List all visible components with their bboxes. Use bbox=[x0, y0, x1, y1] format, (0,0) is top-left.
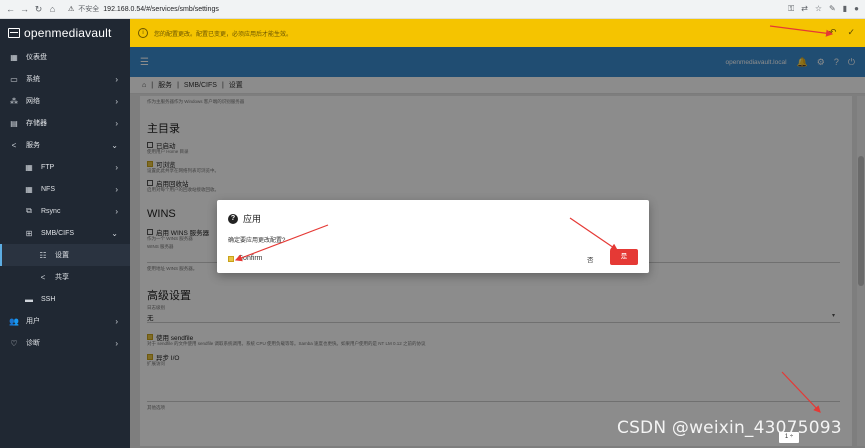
sidebar-item-ssh[interactable]: ▬ SSH bbox=[0, 288, 130, 310]
chevron-right-icon: › bbox=[115, 118, 118, 128]
insecure-label: 不安全 bbox=[78, 6, 100, 13]
yes-button[interactable]: 是 bbox=[610, 249, 638, 265]
chevron-right-icon: › bbox=[115, 206, 118, 216]
share-icon: < bbox=[11, 140, 17, 150]
extension-icon[interactable]: ✎ bbox=[829, 4, 836, 14]
chevron-right-icon: › bbox=[115, 316, 118, 326]
sidebar-item-smb-settings[interactable]: ☷ 设置 bbox=[0, 244, 130, 266]
sidebar-item-services[interactable]: < 服务 ⌄ bbox=[0, 134, 130, 156]
checkbox-checked-icon bbox=[228, 255, 234, 262]
browser-toolbar: ← → ↻ ⌂ ⚠ 不安全 192.168.0.54/#/services/sm… bbox=[0, 0, 865, 19]
brand-name: openmediavault bbox=[24, 25, 112, 40]
chevron-right-icon: › bbox=[115, 74, 118, 84]
dashboard-icon: ▦ bbox=[10, 52, 18, 62]
sidebar-item-network[interactable]: ⁂ 网络 › bbox=[0, 90, 130, 112]
forward-icon[interactable]: → bbox=[20, 4, 29, 14]
heartbeat-icon: ♡ bbox=[10, 338, 18, 348]
info-icon: i bbox=[138, 28, 148, 38]
windows-icon: ⊞ bbox=[25, 228, 33, 238]
storage-icon: ▤ bbox=[10, 118, 18, 128]
warning-icon: ⚠ bbox=[68, 6, 75, 13]
brand-logo[interactable]: openmediavault bbox=[0, 19, 130, 46]
url-text: 192.168.0.54/#/services/smb/settings bbox=[103, 5, 219, 13]
laptop-icon: ▭ bbox=[10, 74, 18, 84]
dialog-title: 应用 bbox=[243, 214, 262, 224]
back-icon[interactable]: ← bbox=[6, 4, 15, 14]
confirm-checkbox[interactable]: Confirm bbox=[228, 255, 263, 262]
chevron-down-icon: ⌄ bbox=[111, 140, 118, 150]
omv-logo-icon bbox=[8, 27, 20, 38]
undo-icon[interactable]: ↶ bbox=[829, 27, 837, 38]
chevron-down-icon: ⌄ bbox=[111, 228, 118, 238]
home-icon[interactable]: ⌂ bbox=[48, 4, 57, 14]
sidebar-item-diagnostics[interactable]: ♡ 诊断 › bbox=[0, 332, 130, 354]
ftp-icon: ▦ bbox=[25, 162, 33, 172]
sidebar-item-ftp[interactable]: ▦ FTP › bbox=[0, 156, 130, 178]
chevron-right-icon: › bbox=[115, 338, 118, 348]
terminal-icon: ▬ bbox=[25, 294, 33, 304]
sidebar-item-nfs[interactable]: ▦ NFS › bbox=[0, 178, 130, 200]
chevron-right-icon: › bbox=[115, 162, 118, 172]
nfs-icon: ▦ bbox=[25, 184, 33, 194]
chevron-right-icon: › bbox=[115, 96, 118, 106]
pending-changes-banner: i 您的配置更改。配置已变更，必须应用后才能生效。 ↶ ✓ bbox=[130, 19, 865, 47]
translate-icon[interactable]: ⇄ bbox=[801, 4, 808, 14]
sidebar-item-smb-shares[interactable]: < 共享 bbox=[0, 266, 130, 288]
dialog-message: 确定要应用更改配置? bbox=[228, 238, 286, 244]
key-icon[interactable]: ⚿ bbox=[788, 4, 794, 14]
banner-text: 您的配置更改。配置已变更，必须应用后才能生效。 bbox=[154, 31, 293, 38]
address-bar[interactable]: ⚠ 不安全 192.168.0.54/#/services/smb/settin… bbox=[68, 4, 219, 14]
sidepanel-icon[interactable]: ▮ bbox=[843, 4, 847, 14]
sidebar: openmediavault ▦ 仪表盘 ▭ 系统 › ⁂ 网络 › ▤ 存储器 › < 服务 ⌄… bbox=[0, 19, 130, 448]
apply-check-icon[interactable]: ✓ bbox=[847, 27, 855, 38]
tune-icon: ☷ bbox=[39, 250, 47, 260]
rsync-icon: ⧉ bbox=[26, 206, 32, 215]
apply-dialog: ? 应用 确定要应用更改配置? Confirm 否 是 bbox=[217, 200, 649, 273]
question-icon: ? bbox=[228, 213, 238, 224]
share-icon: < bbox=[40, 272, 46, 282]
sidebar-item-rsync[interactable]: ⧉ Rsync › bbox=[0, 200, 130, 222]
watermark: CSDN @weixin_43075093 bbox=[617, 418, 842, 438]
star-icon[interactable]: ☆ bbox=[815, 4, 822, 14]
sidebar-item-users[interactable]: 👥 用户 › bbox=[0, 310, 130, 332]
sidebar-item-smb[interactable]: ⊞ SMB/CIFS ⌄ bbox=[0, 222, 130, 244]
no-button[interactable]: 否 bbox=[587, 254, 594, 264]
users-icon: 👥 bbox=[9, 316, 19, 326]
chevron-right-icon: › bbox=[115, 184, 118, 194]
sidebar-item-storage[interactable]: ▤ 存储器 › bbox=[0, 112, 130, 134]
sidebar-item-dashboard[interactable]: ▦ 仪表盘 bbox=[0, 46, 130, 68]
sidebar-item-system[interactable]: ▭ 系统 › bbox=[0, 68, 130, 90]
profile-icon[interactable]: ● bbox=[854, 4, 859, 14]
network-icon: ⁂ bbox=[10, 96, 18, 106]
reload-icon[interactable]: ↻ bbox=[34, 4, 43, 15]
